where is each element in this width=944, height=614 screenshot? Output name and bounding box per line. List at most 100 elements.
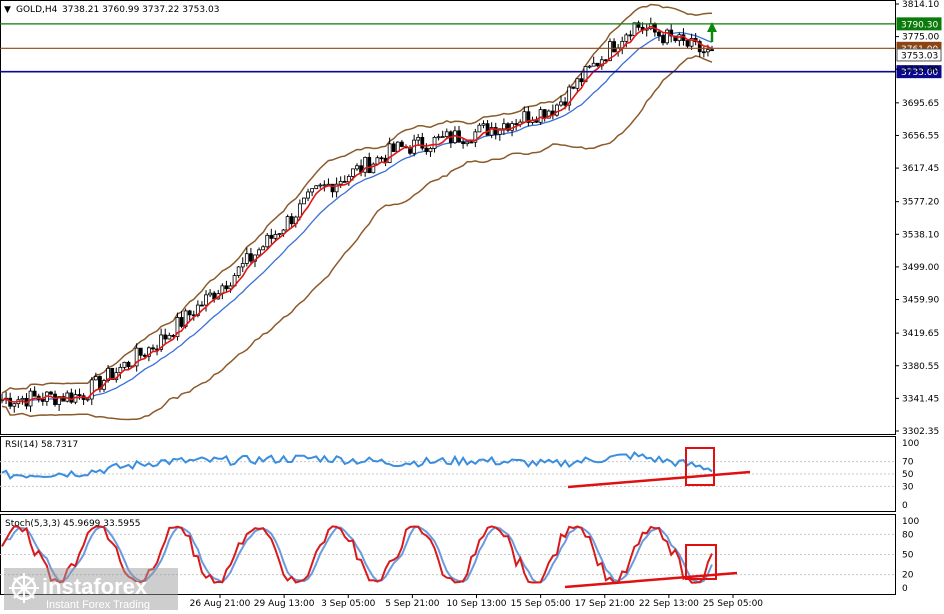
candle-body: [595, 62, 600, 67]
candle-body: [432, 137, 437, 149]
candle-body: [269, 234, 274, 239]
candle-body: [379, 157, 384, 160]
candle-body: [559, 101, 563, 106]
candle-body: [167, 334, 172, 340]
candle-body: [318, 184, 323, 187]
candle-body: [355, 165, 359, 170]
candle-body: [261, 246, 266, 251]
time-tick-label: 10 Sep 13:00: [446, 599, 506, 609]
candle-body: [632, 22, 637, 37]
candle-body: [187, 310, 192, 316]
rsi-tick-label: 50: [902, 470, 914, 480]
candle-body: [53, 393, 57, 405]
candle-body: [391, 143, 396, 152]
price-tick-label: 3499.00: [902, 263, 939, 273]
candle-body: [257, 249, 261, 256]
candle-body: [249, 253, 253, 262]
candle-body: [49, 391, 53, 395]
candle-body: [297, 203, 302, 218]
candle-body: [461, 141, 465, 145]
candle-body: [12, 403, 17, 407]
time-tick-label: 15 Sep 05:00: [511, 599, 571, 609]
candle-body: [20, 397, 25, 401]
candle-body: [32, 390, 37, 397]
candle-body: [351, 168, 355, 177]
price-tick-label: 3656.55: [902, 131, 939, 141]
candle-body: [710, 49, 714, 52]
header-symbol-arrow[interactable]: ▼: [4, 5, 11, 15]
candle-body: [501, 123, 506, 130]
rsi-label: RSI(14) 58.7317: [5, 440, 78, 450]
candle-body: [485, 123, 490, 136]
stoch-tick-label: 80: [902, 530, 914, 540]
candle-body: [310, 188, 315, 193]
candle-body: [338, 180, 343, 185]
candle-body: [399, 141, 404, 147]
candle-body: [69, 392, 74, 403]
candle-body: [163, 334, 168, 340]
candle-body: [477, 124, 482, 133]
candle-body: [534, 120, 539, 123]
candle-body: [706, 49, 710, 53]
candle-body: [126, 361, 131, 368]
candle-body: [538, 109, 543, 123]
candle-body: [628, 34, 633, 37]
stoch-tick-label: 100: [902, 517, 919, 527]
watermark: instaforex Instant Forex Trading: [4, 568, 178, 611]
price-tick-label: 3341.45: [902, 394, 939, 404]
price-tick-label: 3735.90: [902, 65, 939, 75]
candle-body: [142, 354, 147, 357]
price-tick-label: 3380.55: [902, 362, 939, 372]
candle-body: [204, 294, 208, 306]
candle-body: [89, 379, 94, 400]
candle-body: [77, 394, 82, 397]
time-tick-label: 26 Aug 21:00: [190, 599, 251, 609]
candle-body: [612, 41, 616, 53]
candle-body: [563, 101, 568, 106]
candle-body: [122, 361, 127, 368]
candle-body: [591, 62, 596, 67]
rsi-tick-label: 30: [902, 482, 914, 492]
candle-body: [273, 234, 278, 239]
candle-body: [277, 233, 282, 235]
candle-body: [342, 180, 347, 183]
candle-body: [265, 234, 270, 248]
price-tick-label: 3775.00: [902, 33, 939, 43]
candle-body: [436, 136, 441, 139]
price-tick-label: 3695.65: [902, 99, 939, 109]
time-tick-label: 5 Sep 21:00: [385, 599, 440, 609]
candle-body: [587, 65, 592, 68]
price-tick-label: 3538.10: [902, 230, 939, 240]
candle-body: [151, 347, 155, 350]
price-tick-label: 3814.10: [902, 0, 939, 10]
candle-body: [85, 398, 90, 401]
candle-body: [240, 263, 245, 268]
candle-body: [289, 216, 294, 225]
candle-body: [465, 141, 470, 145]
candle-body: [428, 148, 433, 153]
candle-body: [244, 253, 249, 264]
candle-body: [179, 317, 184, 327]
price-tick-label: 3302.35: [902, 427, 939, 437]
candle-body: [322, 184, 327, 187]
candle-body: [685, 40, 690, 47]
candle-body: [314, 185, 319, 190]
stoch-tick-label: 20: [902, 571, 914, 581]
price-tick-label: 3577.20: [902, 198, 939, 208]
time-tick-label: 25 Sep 05:00: [703, 599, 763, 609]
watermark-brand: instaforex: [42, 574, 148, 599]
stoch-label: Stoch(5,3,3) 45.9699 33.5955: [5, 519, 140, 529]
chart-canvas: 3790.303761.003753.033733.00 1007050300 …: [0, 0, 942, 611]
stoch-tick-label: 50: [902, 551, 914, 561]
candle-body: [514, 123, 519, 125]
candle-body: [424, 147, 429, 153]
time-tick-label: 22 Sep 13:00: [639, 599, 699, 609]
header-symbol: GOLD,H4: [16, 5, 58, 15]
candle-body: [93, 376, 98, 381]
candle-body: [571, 86, 576, 89]
candle-body: [208, 292, 213, 296]
candle-body: [657, 31, 661, 37]
price-tick-label: 3459.90: [902, 296, 939, 306]
candle-body: [224, 285, 229, 290]
candle-body: [306, 191, 310, 199]
